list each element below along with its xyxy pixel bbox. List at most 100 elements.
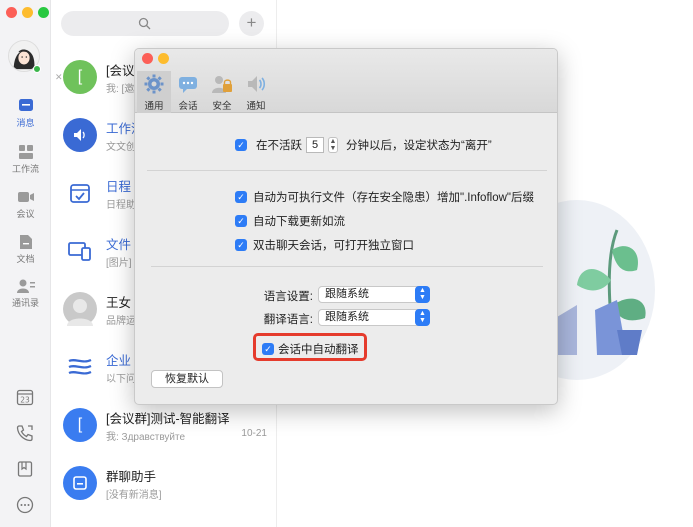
conversation-preview: [图片]: [106, 258, 132, 269]
idle-checkbox[interactable]: ✓: [235, 139, 247, 151]
idle-minutes-stepper[interactable]: ▲ ▼: [328, 137, 338, 153]
conversation-preview: 日程助: [106, 200, 136, 211]
translate-language-select[interactable]: 跟随系统 ▲ ▼: [318, 309, 430, 326]
tab-conversation[interactable]: 会话: [171, 71, 205, 113]
svg-text:23: 23: [20, 396, 30, 405]
conversation-title: 企业: [106, 354, 132, 368]
reset-defaults-button[interactable]: 恢复默认: [151, 370, 223, 388]
idle-prefix-label: 在不活跃: [256, 140, 302, 152]
add-button[interactable]: +: [239, 11, 264, 36]
general-settings-panel: ✓ 在不活跃 5 ▲ ▼ 分钟以后，设定状态为“离开” ✓ 自动为可执行文件（存在…: [135, 114, 557, 404]
tab-security[interactable]: 安全: [205, 71, 239, 113]
idle-minutes-input[interactable]: 5: [306, 137, 324, 153]
auto-translate-checkbox[interactable]: ✓: [262, 343, 274, 355]
window-controls: [6, 7, 49, 18]
nav-item-docs[interactable]: 文档: [0, 234, 51, 265]
search-icon: [138, 17, 151, 30]
option-standalone-window[interactable]: ✓ 双击聊天会话，可打开独立窗口: [235, 237, 414, 253]
conversation-preview: 我: Здравствуйте: [106, 432, 186, 443]
nav-label-workflow: 工作流: [11, 164, 39, 174]
group-avatar: [: [63, 408, 97, 442]
chat-bubble-icon: [179, 77, 197, 93]
conversation-preview: 文文创: [106, 142, 136, 153]
waves-icon: [63, 350, 97, 384]
gear-icon: [144, 74, 164, 94]
option-label: 双击聊天会话，可打开独立窗口: [253, 240, 414, 252]
tab-notification[interactable]: 通知: [239, 71, 273, 113]
dialog-minimize-button[interactable]: [158, 53, 169, 64]
select-chevron-icon: ▲ ▼: [415, 286, 430, 303]
speaker-icon: [248, 76, 266, 92]
avatar: [63, 292, 97, 326]
tab-notification-label: 通知: [246, 101, 266, 112]
message-icon: [18, 99, 33, 111]
lock-icon: [212, 76, 232, 93]
conversation-preview: [没有新消息]: [106, 490, 162, 501]
option-label: 自动下载更新如流: [253, 216, 345, 228]
translate-select-value: 跟随系统: [325, 311, 369, 323]
workflow-icon: [18, 145, 33, 159]
auto-translate-label: 会话中自动翻译: [278, 344, 359, 356]
conversation-title: 文件: [106, 238, 132, 252]
conversation-preview: 我: [邀: [106, 84, 135, 95]
minimize-window-button[interactable]: [22, 7, 33, 18]
preferences-dialog: 通用 会话 安全 通知 ✓ 在不活跃 5 ▲ ▼ 分钟以后，设定状态为“离开” ✓…: [134, 48, 558, 405]
tab-general[interactable]: 通用: [137, 71, 171, 113]
divider: [147, 170, 547, 171]
nav-item-messages[interactable]: 消息: [0, 98, 51, 129]
option-label: 自动为可执行文件（存在安全隐患）增加".Infoflow"后缀: [253, 192, 534, 204]
tab-security-label: 安全: [212, 101, 232, 112]
language-label: 语言设置:: [263, 291, 313, 303]
option-auto-update[interactable]: ✓ 自动下载更新如流: [235, 213, 345, 229]
conversation-title: 王女: [106, 296, 132, 310]
idle-suffix-label: 分钟以后，设定状态为“离开”: [346, 140, 492, 152]
zoom-window-button[interactable]: [38, 7, 49, 18]
translate-language-label: 翻译语言:: [263, 314, 313, 326]
tab-conversation-label: 会话: [178, 101, 198, 112]
nav-item-workflow[interactable]: 工作流: [0, 144, 51, 175]
conversation-time: 10-21: [241, 428, 267, 439]
calendar-check-icon: [63, 176, 97, 210]
option-checkbox[interactable]: ✓: [235, 239, 247, 251]
idle-status-setting: ✓ 在不活跃 5 ▲ ▼ 分钟以后，设定状态为“离开”: [235, 137, 492, 153]
option-checkbox[interactable]: ✓: [235, 191, 247, 203]
divider: [151, 266, 543, 267]
calendar-icon[interactable]: 23: [16, 388, 34, 406]
online-status-dot: [33, 65, 41, 73]
nav-label-messages: 消息: [16, 118, 35, 128]
nav-label-meeting: 会议: [16, 209, 35, 219]
contacts-icon: [16, 279, 35, 293]
conversation-title: 群聊助手: [106, 470, 157, 484]
phone-icon[interactable]: [16, 424, 34, 442]
search-input[interactable]: [61, 11, 229, 36]
conversation-title: [会议群]测试-智能翻译: [106, 412, 230, 426]
nav-label-docs: 文档: [16, 254, 35, 264]
close-window-button[interactable]: [6, 7, 17, 18]
nav-item-meeting[interactable]: 会议: [0, 189, 51, 220]
language-select-value: 跟随系统: [325, 288, 369, 300]
conversation-title: [会议: [106, 64, 135, 78]
conversation-preview: 以下问: [106, 374, 136, 385]
option-checkbox[interactable]: ✓: [235, 215, 247, 227]
nav-rail: 消息 工作流 会议 文档 通讯录 23: [0, 0, 51, 527]
assistant-icon: [63, 466, 97, 500]
conversation-preview: 品牌运: [106, 316, 136, 327]
dialog-window-controls: [142, 53, 169, 64]
group-avatar: [: [63, 60, 97, 94]
document-icon: [19, 235, 32, 249]
dialog-close-button[interactable]: [142, 53, 153, 64]
language-select[interactable]: 跟随系统 ▲ ▼: [318, 286, 430, 303]
more-icon[interactable]: [16, 496, 34, 514]
nav-item-contacts[interactable]: 通讯录: [0, 278, 51, 309]
select-chevron-icon: ▲ ▼: [415, 309, 430, 326]
speaker-icon: [63, 118, 97, 152]
nav-label-contacts: 通讯录: [11, 298, 39, 308]
conversation-title: 日程: [106, 180, 132, 194]
video-icon: [17, 192, 34, 202]
option-executable-suffix[interactable]: ✓ 自动为可执行文件（存在安全隐患）增加".Infoflow"后缀: [235, 189, 534, 205]
tab-general-label: 通用: [144, 101, 164, 112]
auto-translate-option[interactable]: ✓ 会话中自动翻译: [262, 341, 359, 357]
bookmark-icon[interactable]: [16, 460, 34, 478]
conversation-item[interactable]: 群聊助手 [没有新消息]: [51, 454, 277, 512]
devices-icon: [63, 234, 97, 268]
